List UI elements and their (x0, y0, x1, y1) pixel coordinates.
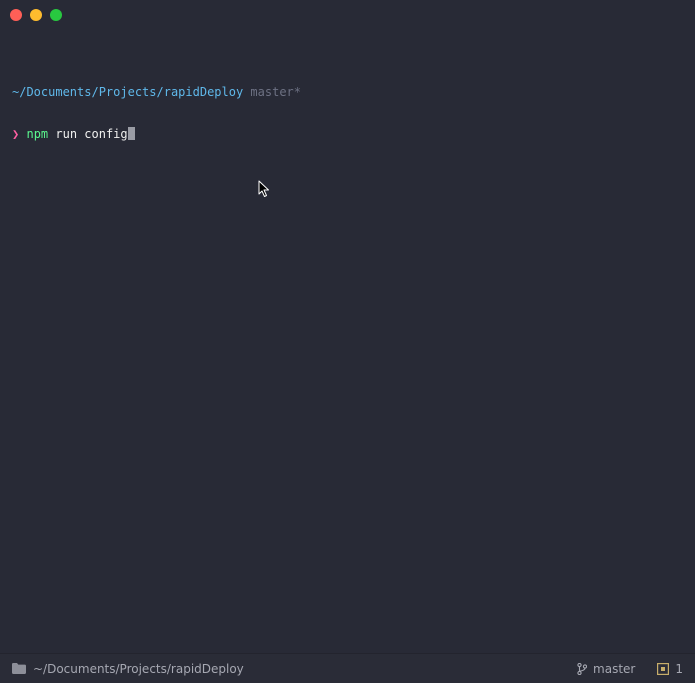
terminal-output[interactable]: ~/Documents/Projects/rapidDeploy master*… (12, 57, 683, 169)
folder-icon (12, 663, 26, 674)
status-cwd[interactable]: ~/Documents/Projects/rapidDeploy (12, 654, 244, 683)
zoom-window-button[interactable] (50, 9, 62, 21)
command-name: npm (26, 127, 49, 141)
git-branch-label: master* (250, 85, 301, 99)
mouse-pointer-icon (258, 180, 270, 198)
text-cursor (127, 127, 135, 140)
status-right-group: master 1 (577, 654, 683, 683)
command-arguments: run config (48, 127, 128, 141)
close-window-button[interactable] (10, 9, 22, 21)
command-line[interactable]: ❯ npm run config (12, 127, 683, 141)
tab-count: 1 (675, 661, 683, 676)
prompt-symbol: ❯ (12, 127, 20, 141)
git-branch-icon (577, 662, 588, 675)
title-bar (0, 0, 695, 30)
status-branch-label: master (593, 661, 636, 676)
prompt-info-line: ~/Documents/Projects/rapidDeploy master* (12, 85, 683, 99)
current-path: ~/Documents/Projects/rapidDeploy (12, 85, 244, 99)
tab-indicator-icon[interactable] (657, 662, 670, 675)
minimize-window-button[interactable] (30, 9, 42, 21)
status-cwd-label: ~/Documents/Projects/rapidDeploy (33, 661, 244, 676)
status-bar: ~/Documents/Projects/rapidDeploy master (0, 653, 695, 683)
terminal-window: ~/Documents/Projects/rapidDeploy master*… (0, 0, 695, 683)
